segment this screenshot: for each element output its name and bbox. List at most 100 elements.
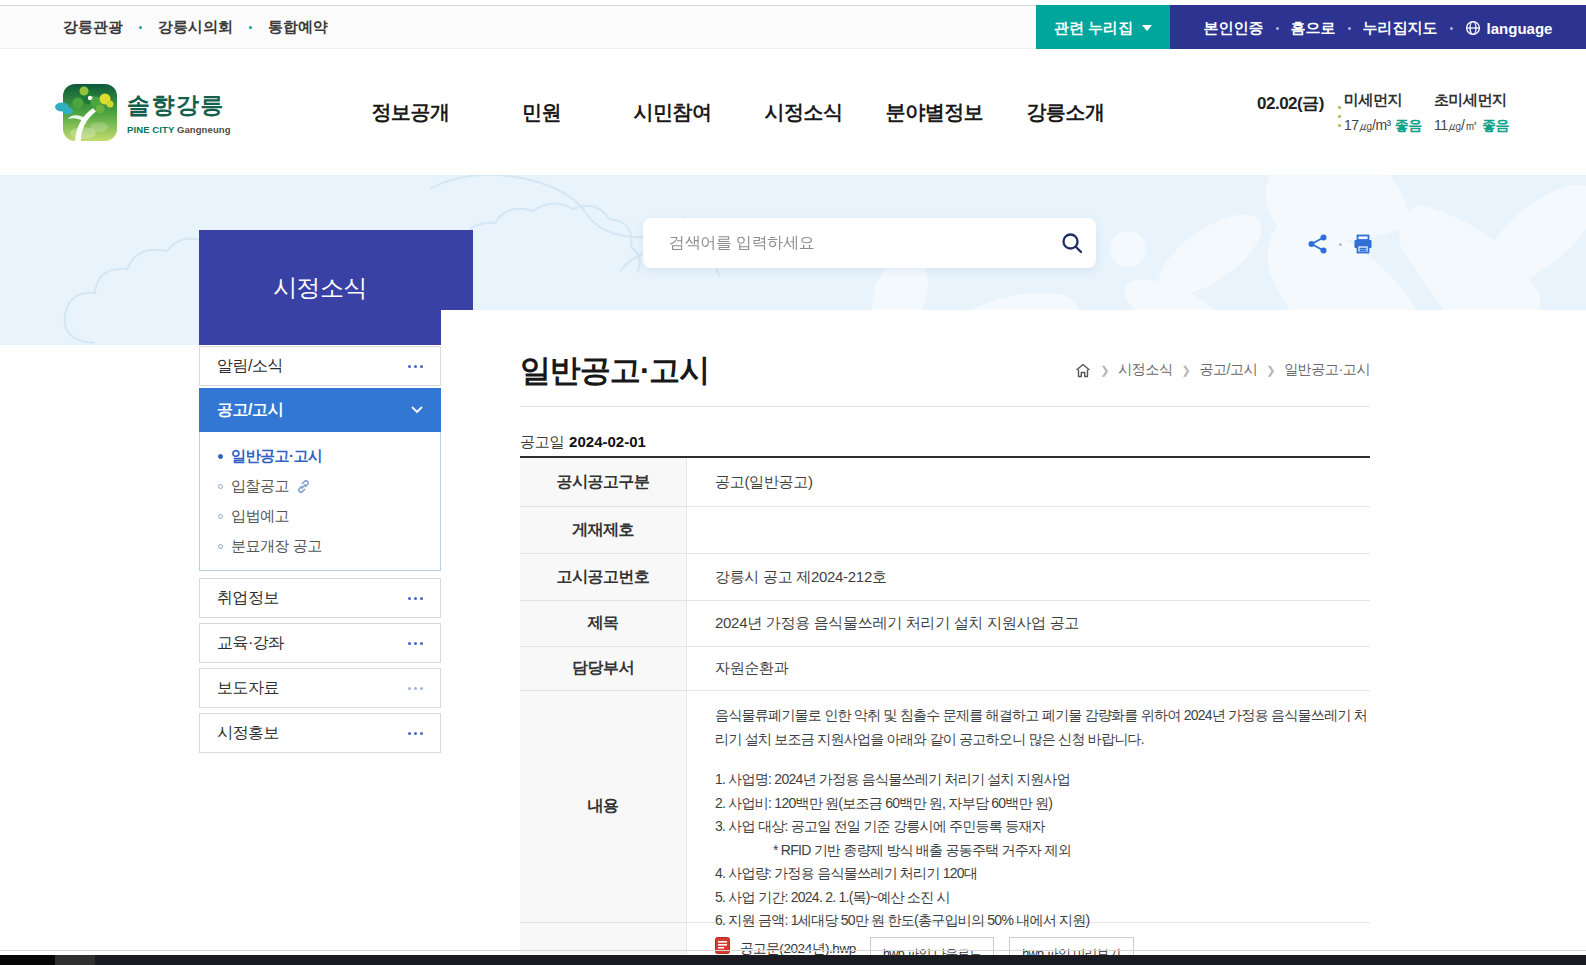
- sidebar-item-news[interactable]: 알림/소식: [199, 346, 441, 386]
- breadcrumb-city-news[interactable]: 시정소식: [1118, 361, 1172, 379]
- row-value: 2024년 가정용 음식물쓰레기 처리기 설치 지원사업 공고: [687, 601, 1370, 646]
- fine-dust-widget: 미세먼지 17㎍/m³좋음: [1344, 91, 1422, 135]
- blank-line: [715, 751, 1370, 768]
- row-value: 공고(일반공고): [687, 458, 1370, 506]
- table-row: 공시공고구분 공고(일반공고): [520, 458, 1370, 507]
- notice-line: 4. 사업량: 가정용 음식물쓰레기 처리기 120대: [715, 862, 1370, 886]
- sitemap-link[interactable]: 누리집지도: [1363, 19, 1438, 38]
- sidebar-item-jobs[interactable]: 취업정보: [199, 578, 441, 618]
- search-icon: [1060, 231, 1084, 255]
- dot: [414, 642, 417, 645]
- sidebar-item-label: 공고/고시: [217, 400, 283, 421]
- notice-table: 공시공고구분 공고(일반공고) 게재제호 고시공고번호 강릉시 공고 제2024…: [520, 456, 1370, 965]
- dot: [408, 687, 411, 690]
- sidebar-item-press[interactable]: 보도자료: [199, 668, 441, 708]
- logo-title: 솔향강릉: [127, 86, 231, 124]
- nav-city-news[interactable]: 시정소식: [738, 99, 869, 126]
- breadcrumb-general-notices[interactable]: 일반공고·고시: [1284, 361, 1370, 379]
- sidebar-submenu: 일반공고·고시 입찰공고 입법예고 분묘개장 공고: [199, 432, 441, 571]
- row-label: 공시공고구분: [520, 458, 687, 506]
- bullet-icon: [218, 544, 223, 549]
- table-row: 담당부서 자원순환과: [520, 647, 1370, 691]
- sidebar-item-promotion[interactable]: 시정홍보: [199, 713, 441, 753]
- dot: [408, 597, 411, 600]
- bullet-icon: [218, 454, 223, 459]
- today-date: 02.02(금): [1257, 92, 1324, 115]
- notice-line: 5. 사업 기간: 2024. 2. 1.(목)~예산 소진 시: [715, 886, 1370, 910]
- utility-link-reservation[interactable]: 통합예약: [268, 18, 328, 37]
- notice-line: * RFID 기반 종량제 방식 배출 공동주택 거주자 제외: [715, 839, 1370, 863]
- sidebar-item-label: 시정홍보: [217, 723, 279, 744]
- logo-text: 솔향강릉 PINE CITY Gangneung: [127, 83, 231, 143]
- utility-link-council[interactable]: 강릉시의회: [158, 18, 233, 37]
- home-link[interactable]: 홈으로: [1291, 19, 1336, 38]
- submenu-bid-notices[interactable]: 입찰공고: [218, 471, 440, 501]
- share-button[interactable]: [1305, 231, 1331, 257]
- dot: [414, 687, 417, 690]
- site-logo[interactable]: 솔향강릉 PINE CITY Gangneung: [63, 83, 231, 143]
- print-button[interactable]: [1350, 231, 1376, 257]
- ultrafine-dust-label: 초미세먼지: [1434, 91, 1509, 110]
- submenu-label: 분묘개장 공고: [231, 537, 322, 556]
- content-panel-corner: [441, 310, 1586, 345]
- logo-subtitle: PINE CITY Gangneung: [127, 124, 231, 135]
- breadcrumb: ❯ 시정소식 ❯ 공고/고시 ❯ 일반공고·고시: [700, 361, 1370, 379]
- search-button[interactable]: [1048, 218, 1096, 268]
- page-title: 일반공고·고시: [520, 350, 709, 392]
- sidebar-item-label: 취업정보: [217, 588, 279, 609]
- logo-subtitle-gangneung: Gangneung: [177, 124, 231, 135]
- sidebar-item-education[interactable]: 교육·강좌: [199, 623, 441, 663]
- member-bar: 본인인증 홈으로 누리집지도 language: [1170, 5, 1586, 51]
- chevron-down-icon: [411, 406, 423, 414]
- dot: [420, 732, 423, 735]
- footer-bar: [0, 955, 1586, 965]
- dot-separator: [139, 26, 142, 29]
- dot: [420, 597, 423, 600]
- submenu-general-notices[interactable]: 일반공고·고시: [218, 441, 440, 471]
- nav-citizen-participation[interactable]: 시민참여: [607, 99, 738, 126]
- dot: [408, 732, 411, 735]
- utility-bar: 강릉관광 강릉시의회 통합예약 관련 누리집 본인인증 홈으로 누리집지도 la…: [0, 5, 1586, 49]
- dot: [1338, 115, 1341, 118]
- related-sites-button[interactable]: 관련 누리집: [1036, 5, 1170, 51]
- notice-line: 1. 사업명: 2024년 가정용 음식물쓰레기 처리기 설치 지원사업: [715, 768, 1370, 792]
- notice-paragraph: 음식물류폐기물로 인한 악취 및 침출수 문제를 해결하고 폐기물 감량화를 위…: [715, 704, 1370, 751]
- language-label: language: [1487, 20, 1553, 37]
- dot-separator: [1450, 27, 1453, 30]
- nav-sector-info[interactable]: 분야별정보: [869, 99, 1000, 126]
- header: 솔향강릉 PINE CITY Gangneung 정보공개 민원 시민참여 시정…: [0, 49, 1586, 175]
- submenu-legislation-notices[interactable]: 입법예고: [218, 501, 440, 531]
- nav-about-gangneung[interactable]: 강릉소개: [1000, 99, 1131, 126]
- nav-civil-service[interactable]: 민원: [476, 99, 607, 126]
- utility-link-tourism[interactable]: 강릉관광: [63, 18, 123, 37]
- globe-icon: [1465, 20, 1481, 36]
- print-icon: [1352, 233, 1374, 255]
- breadcrumb-separator: ❯: [1266, 364, 1275, 377]
- ellipsis-icon: [408, 687, 423, 690]
- language-button[interactable]: language: [1465, 20, 1553, 37]
- logo-subtitle-pine-city: PINE CITY: [127, 124, 174, 135]
- submenu-label: 입찰공고: [231, 477, 289, 496]
- sidebar-item-label: 교육·강좌: [217, 633, 284, 654]
- fine-dust-status: 좋음: [1395, 117, 1422, 133]
- notice-date: 공고일2024-02-01: [520, 433, 646, 452]
- submenu-grave-relocation[interactable]: 분묘개장 공고: [218, 531, 440, 561]
- breadcrumb-notices[interactable]: 공고/고시: [1199, 361, 1257, 379]
- submenu-label: 입법예고: [231, 507, 289, 526]
- hwp-file-icon: [715, 937, 730, 954]
- home-icon[interactable]: [1075, 363, 1091, 378]
- identity-verify-link[interactable]: 본인인증: [1204, 19, 1264, 38]
- bullet-icon: [218, 484, 223, 489]
- sidebar-item-notices[interactable]: 공고/고시: [199, 388, 441, 432]
- fine-dust-reading: 17㎍/m³: [1344, 117, 1391, 133]
- row-label: 제목: [520, 601, 687, 646]
- row-value: 강릉시 공고 제2024-212호: [687, 554, 1370, 600]
- row-value: [687, 507, 1370, 553]
- footer-segment: [0, 955, 55, 965]
- ultrafine-dust-status: 좋음: [1482, 117, 1509, 133]
- nav-info-disclosure[interactable]: 정보공개: [345, 99, 476, 126]
- fine-dust-label: 미세먼지: [1344, 91, 1422, 110]
- search-bar: [643, 218, 1096, 268]
- search-input[interactable]: [643, 234, 1048, 252]
- fine-dust-value: 17㎍/m³좋음: [1344, 117, 1422, 135]
